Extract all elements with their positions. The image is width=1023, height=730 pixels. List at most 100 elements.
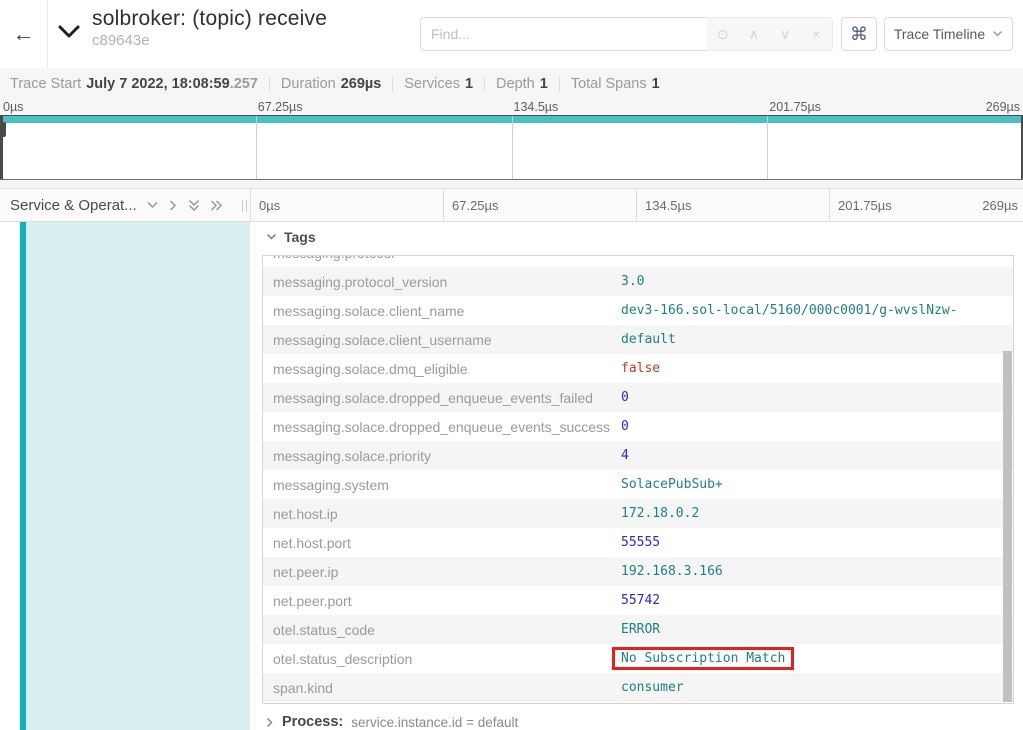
service-operation-label: Service & Operat... [10, 197, 137, 214]
divider [269, 77, 270, 92]
double-chevron-right-icon[interactable] [210, 199, 224, 212]
minimap-tick: 201.75µs [769, 100, 821, 114]
tag-value: No Subscription Match [621, 647, 794, 670]
tag-key: messaging.solace.dmq_eligible [263, 361, 621, 377]
selected-span-row-highlight[interactable] [26, 222, 250, 730]
tag-value: 55742 [621, 593, 660, 608]
page-title: solbroker: (topic) receive [92, 7, 327, 31]
tag-key: messaging.solace.client_username [263, 332, 621, 348]
timeline-tick-header: 134.5µs [636, 189, 829, 221]
tag-value: ERROR [621, 622, 660, 637]
summary-value: July 7 2022, 18:08:59 [86, 76, 230, 92]
tag-row: messaging.solace.dropped_enqueue_events_… [263, 412, 1013, 441]
minimap-tick: 0µs [3, 100, 23, 114]
trace-timeline-page: ← solbroker: (topic) receive c89643e ⊙ ∧… [0, 0, 1023, 730]
span-detail-panel: Tags messaging.protocol SMF messaging.pr… [250, 222, 1023, 730]
tag-row: net.peer.ip 192.168.3.166 [263, 557, 1013, 586]
minimap-gridline [767, 116, 768, 179]
summary-value: 1 [652, 76, 660, 92]
tag-row: net.peer.port 55742 [263, 586, 1013, 615]
scrubber-grip[interactable] [0, 122, 6, 137]
tag-key: net.host.port [263, 535, 621, 551]
tag-row: messaging.protocol SMF [263, 255, 1013, 267]
timeline-tick-header: 0µs [250, 189, 443, 221]
view-selector-button[interactable]: Trace Timeline [884, 17, 1013, 51]
tags-scrollbar-thumb[interactable] [1003, 351, 1012, 702]
minimap-tick: 269µs [986, 100, 1020, 114]
tags-table: messaging.protocol SMF messaging.protoco… [262, 255, 1014, 704]
tags-section-label: Tags [284, 229, 316, 245]
tag-row: messaging.solace.dmq_eligible false [263, 354, 1013, 383]
trace-title-block: solbroker: (topic) receive c89643e [92, 7, 327, 49]
trace-collapse-toggle[interactable] [57, 24, 81, 40]
tag-row: otel.status_code ERROR [263, 615, 1013, 644]
tag-row: messaging.solace.client_username default [263, 325, 1013, 354]
tag-row: span.kind consumer [263, 673, 1013, 702]
tag-value: 0 [621, 419, 629, 434]
tag-key: messaging.solace.dropped_enqueue_events_… [263, 419, 621, 435]
trace-id: c89643e [92, 32, 327, 49]
chevron-right-icon [266, 717, 274, 728]
back-button[interactable]: ← [0, 0, 48, 68]
summary-label: Trace Start [10, 76, 81, 92]
minimap-tick: 134.5µs [514, 100, 559, 114]
timeline-column-header: Service & Operat... 0µs 67.25µs 134.5µs … [0, 188, 1023, 222]
find-next-icon[interactable]: ∨ [775, 24, 795, 44]
minimap-left-scrubber[interactable] [0, 116, 3, 179]
tags-section-toggle[interactable]: Tags [266, 229, 316, 245]
error-highlight-annotation: No Subscription Match [612, 647, 794, 670]
minimap-gridline [512, 116, 513, 179]
tag-key: otel.status_description [263, 651, 621, 667]
tag-key: messaging.protocol [263, 255, 621, 261]
summary-label: Services [404, 76, 460, 92]
keyboard-shortcuts-button[interactable]: ⌘ [841, 17, 877, 51]
minimap-gridline [256, 116, 257, 179]
tag-value: 4 [621, 448, 629, 463]
view-selector-label: Trace Timeline [894, 26, 985, 42]
trace-minimap[interactable] [0, 115, 1023, 180]
tag-value: consumer [621, 680, 684, 695]
chevron-down-icon [992, 30, 1003, 38]
tag-key: net.peer.ip [263, 564, 621, 580]
service-operation-header: Service & Operat... [0, 189, 250, 221]
span-detail-area: Tags messaging.protocol SMF messaging.pr… [0, 222, 1023, 730]
tag-row: messaging.system SolacePubSub+ [263, 470, 1013, 499]
tags-rows: messaging.protocol SMF messaging.protoco… [263, 255, 1013, 702]
tag-value: 0 [621, 390, 629, 405]
tag-key: net.peer.port [263, 593, 621, 609]
command-icon: ⌘ [850, 24, 868, 45]
tag-key: messaging.solace.dropped_enqueue_events_… [263, 390, 621, 406]
summary-value: 1 [465, 76, 473, 92]
tag-key: otel.status_code [263, 622, 621, 638]
summary-label: Depth [496, 76, 535, 92]
chevron-right-icon[interactable] [168, 199, 178, 212]
double-chevron-down-icon[interactable] [187, 199, 201, 212]
summary-value: 269µs [341, 76, 382, 92]
summary-label: Total Spans [571, 76, 647, 92]
summary-label: Duration [281, 76, 336, 92]
tag-key: messaging.solace.priority [263, 448, 621, 464]
tag-key: messaging.system [263, 477, 621, 493]
tag-key: net.host.ip [263, 506, 621, 522]
divider [559, 77, 560, 92]
tag-row: net.host.port 55555 [263, 528, 1013, 557]
find-close-icon[interactable]: × [806, 24, 826, 44]
tag-value: 192.168.3.166 [621, 564, 723, 579]
find-input[interactable] [420, 17, 708, 51]
timeline-tick-header: 67.25µs [443, 189, 636, 221]
page-header: ← solbroker: (topic) receive c89643e ⊙ ∧… [0, 0, 1023, 68]
locate-icon[interactable]: ⊙ [713, 24, 733, 44]
tag-value: default [621, 332, 676, 347]
chevron-down-icon[interactable] [146, 200, 159, 210]
tag-row: messaging.protocol_version 3.0 [263, 267, 1013, 296]
tag-value: SolacePubSub+ [621, 477, 723, 492]
spacer [0, 180, 1023, 188]
find-prev-icon[interactable]: ∧ [744, 24, 764, 44]
chevron-down-icon [266, 233, 277, 241]
column-resize-handle[interactable] [242, 200, 247, 212]
tag-row: otel.status_description No Subscription … [263, 644, 1013, 673]
process-section-toggle[interactable]: Process: service.instance.id = default [266, 714, 518, 730]
tag-value: 3.0 [621, 274, 644, 289]
tag-value: SMF [621, 255, 644, 260]
tag-row: messaging.solace.priority 4 [263, 441, 1013, 470]
